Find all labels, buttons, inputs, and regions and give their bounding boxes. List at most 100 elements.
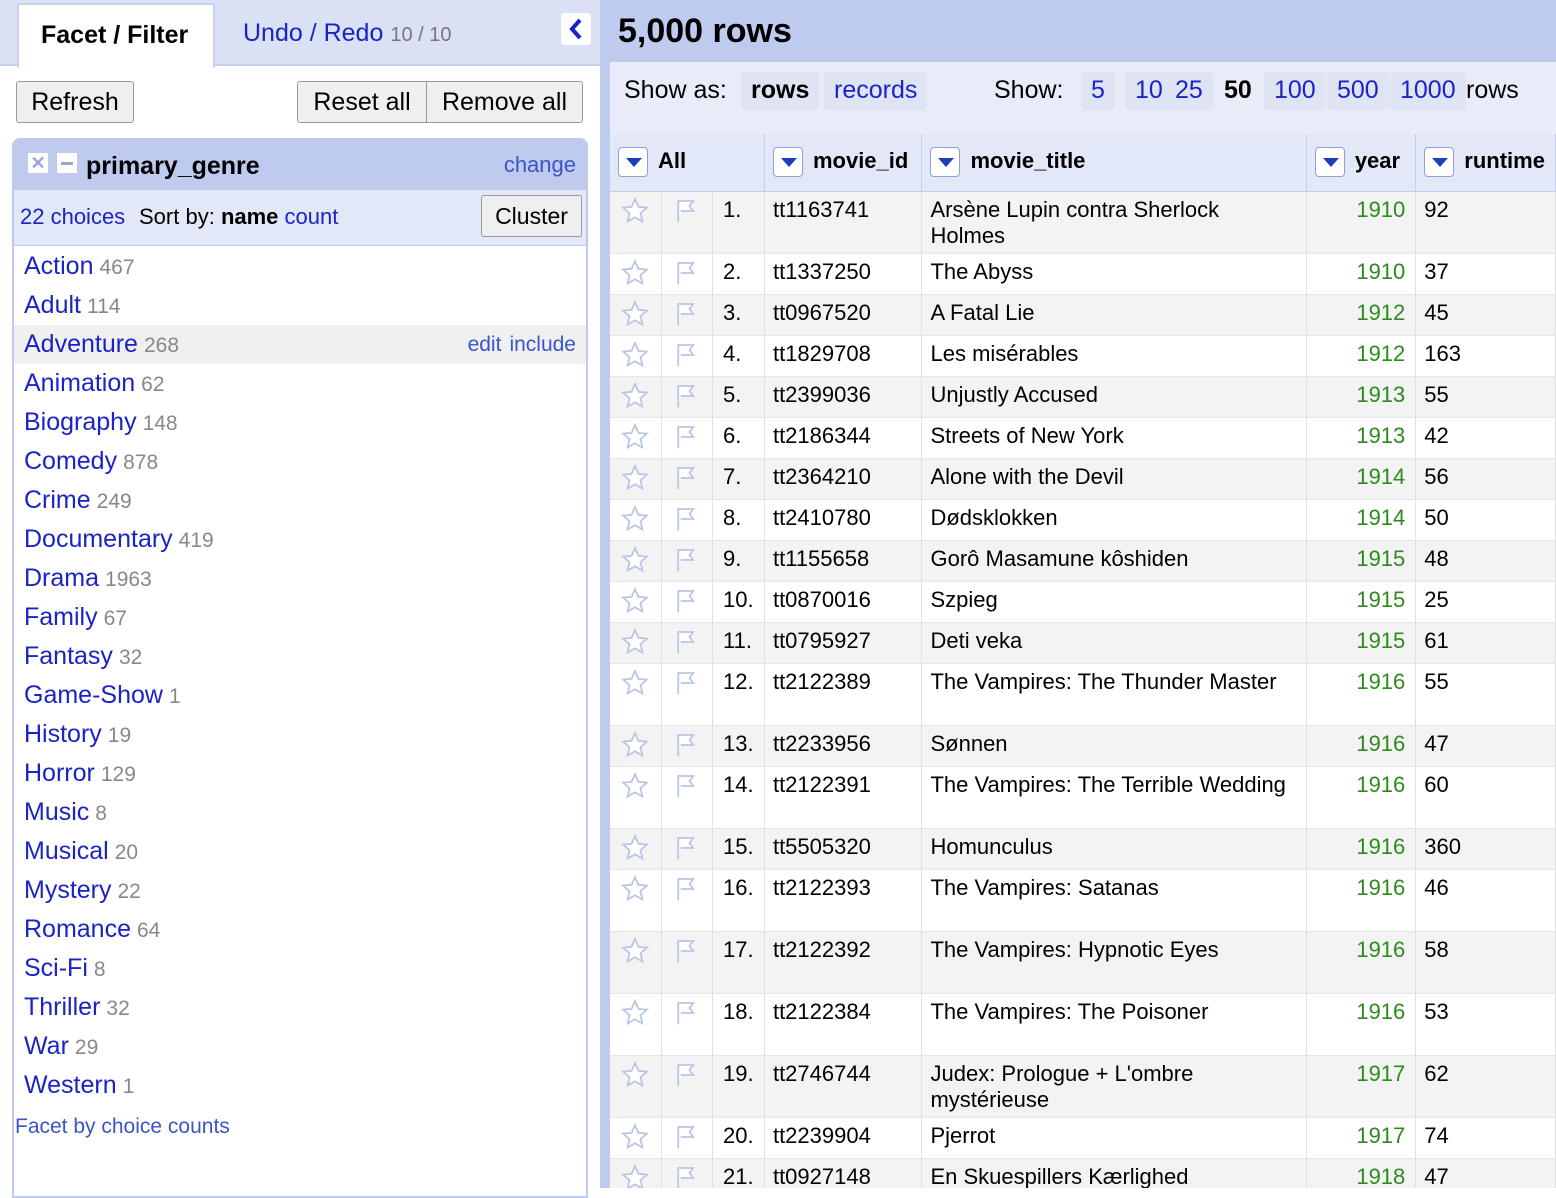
cell-movie-id[interactable]: tt2122391 — [764, 766, 923, 829]
column-header-all[interactable]: All — [610, 134, 765, 192]
cell-movie-id[interactable]: tt2410780 — [764, 499, 923, 541]
star-icon[interactable] — [620, 668, 650, 704]
flag-icon[interactable] — [672, 299, 702, 335]
cell-movie-title[interactable]: The Vampires: Satanas — [921, 869, 1307, 932]
cell-movie-title[interactable]: Unjustly Accused — [921, 376, 1307, 418]
facet-choice[interactable]: Musical 20 — [14, 832, 586, 871]
flag-icon[interactable] — [672, 627, 702, 663]
flag-icon[interactable] — [672, 668, 702, 704]
cell-movie-title[interactable]: Deti veka — [921, 622, 1307, 664]
flag-icon[interactable] — [672, 1122, 702, 1158]
facet-by-choice-counts-link[interactable]: Facet by choice counts — [15, 1115, 230, 1139]
cell-movie-id[interactable]: tt2399036 — [764, 376, 923, 418]
cell-movie-title[interactable]: Les misérables — [921, 335, 1307, 377]
cell-runtime[interactable]: 360 — [1415, 828, 1556, 870]
facet-choice[interactable]: Biography 148 — [14, 403, 586, 442]
page-size-option[interactable]: 5 — [1081, 72, 1115, 110]
cell-movie-id[interactable]: tt1337250 — [764, 253, 923, 295]
facet-change-link[interactable]: change — [504, 152, 576, 178]
flag-icon[interactable] — [672, 586, 702, 622]
facet-choice[interactable]: Romance 64 — [14, 910, 586, 949]
cell-year[interactable]: 1910 — [1306, 191, 1417, 254]
cell-runtime[interactable]: 47 — [1415, 1158, 1556, 1188]
flag-icon[interactable] — [672, 463, 702, 499]
cell-runtime[interactable]: 50 — [1415, 499, 1556, 541]
cell-year[interactable]: 1913 — [1306, 376, 1417, 418]
flag-icon[interactable] — [672, 730, 702, 766]
facet-choice-name[interactable]: Family — [24, 603, 98, 631]
flag-icon[interactable] — [672, 874, 702, 910]
flag-icon[interactable] — [672, 504, 702, 540]
star-icon[interactable] — [620, 730, 650, 766]
column-header-movie-title[interactable]: movie_title — [921, 134, 1307, 192]
cell-movie-title[interactable]: Szpieg — [921, 581, 1307, 623]
cell-movie-title[interactable]: Sønnen — [921, 725, 1307, 767]
facet-choice-name[interactable]: Comedy — [24, 447, 117, 475]
facet-choice-name[interactable]: Fantasy — [24, 642, 113, 670]
star-icon[interactable] — [620, 998, 650, 1034]
cell-runtime[interactable]: 74 — [1415, 1117, 1556, 1159]
cell-movie-id[interactable]: tt2186344 — [764, 417, 923, 459]
facet-choice[interactable]: Thriller 32 — [14, 988, 586, 1027]
flag-icon[interactable] — [672, 936, 702, 972]
cell-year[interactable]: 1915 — [1306, 581, 1417, 623]
star-icon[interactable] — [620, 586, 650, 622]
facet-choice[interactable]: History 19 — [14, 715, 586, 754]
star-icon[interactable] — [620, 1122, 650, 1158]
cell-movie-id[interactable]: tt2233956 — [764, 725, 923, 767]
star-icon[interactable] — [620, 936, 650, 972]
facet-choice-name[interactable]: Music — [24, 798, 89, 826]
cell-movie-id[interactable]: tt5505320 — [764, 828, 923, 870]
cell-runtime[interactable]: 45 — [1415, 294, 1556, 336]
cell-runtime[interactable]: 25 — [1415, 581, 1556, 623]
facet-choice-name[interactable]: Sci-Fi — [24, 954, 88, 982]
cell-movie-id[interactable]: tt1829708 — [764, 335, 923, 377]
facet-choice[interactable]: Music 8 — [14, 793, 586, 832]
cell-runtime[interactable]: 47 — [1415, 725, 1556, 767]
flag-icon[interactable] — [672, 196, 702, 232]
facet-choice-name[interactable]: Action — [24, 252, 93, 280]
cell-movie-id[interactable]: tt0927148 — [764, 1158, 923, 1188]
cell-movie-title[interactable]: Streets of New York — [921, 417, 1307, 459]
cell-movie-title[interactable]: The Vampires: Hypnotic Eyes — [921, 931, 1307, 994]
chevron-down-icon[interactable] — [930, 147, 961, 178]
star-icon[interactable] — [620, 833, 650, 869]
cell-movie-title[interactable]: En Skuespillers Kærlighed — [921, 1158, 1307, 1188]
star-icon[interactable] — [620, 627, 650, 663]
column-header-runtime[interactable]: runtime — [1415, 134, 1556, 192]
facet-choice-name[interactable]: Western — [24, 1071, 117, 1099]
cell-year[interactable]: 1916 — [1306, 725, 1417, 767]
column-header-year[interactable]: year — [1306, 134, 1417, 192]
facet-choice-name[interactable]: Adventure — [24, 330, 138, 358]
cell-year[interactable]: 1916 — [1306, 993, 1417, 1056]
cell-year[interactable]: 1917 — [1306, 1117, 1417, 1159]
facet-choice[interactable]: Action 467 — [14, 247, 586, 286]
cell-year[interactable]: 1914 — [1306, 458, 1417, 500]
cell-year[interactable]: 1912 — [1306, 294, 1417, 336]
cell-movie-title[interactable]: A Fatal Lie — [921, 294, 1307, 336]
flag-icon[interactable] — [672, 381, 702, 417]
facet-choice[interactable]: Drama 1963 — [14, 559, 586, 598]
facet-choice-name[interactable]: Drama — [24, 564, 99, 592]
flag-icon[interactable] — [672, 833, 702, 869]
star-icon[interactable] — [620, 340, 650, 376]
cell-year[interactable]: 1916 — [1306, 869, 1417, 932]
cell-movie-title[interactable]: The Vampires: The Terrible Wedding — [921, 766, 1307, 829]
tab-facet-filter[interactable]: Facet / Filter — [17, 3, 215, 68]
star-icon[interactable] — [620, 504, 650, 540]
facet-choice-name[interactable]: Game-Show — [24, 681, 163, 709]
cell-movie-title[interactable]: The Vampires: The Thunder Master — [921, 663, 1307, 726]
chevron-down-icon[interactable] — [618, 147, 648, 178]
page-size-option[interactable]: 500 — [1327, 72, 1389, 110]
cell-runtime[interactable]: 62 — [1415, 1055, 1556, 1118]
facet-choice[interactable]: War 29 — [14, 1027, 586, 1066]
cell-year[interactable]: 1914 — [1306, 499, 1417, 541]
cell-movie-title[interactable]: Pjerrot — [921, 1117, 1307, 1159]
facet-choice-include-link[interactable]: include — [509, 333, 576, 356]
flag-icon[interactable] — [672, 422, 702, 458]
facet-choice-name[interactable]: Romance — [24, 915, 131, 943]
cell-runtime[interactable]: 58 — [1415, 931, 1556, 994]
close-icon[interactable]: ✕ — [28, 153, 48, 173]
cell-movie-title[interactable]: The Vampires: The Poisoner — [921, 993, 1307, 1056]
facet-choice[interactable]: Crime 249 — [14, 481, 586, 520]
